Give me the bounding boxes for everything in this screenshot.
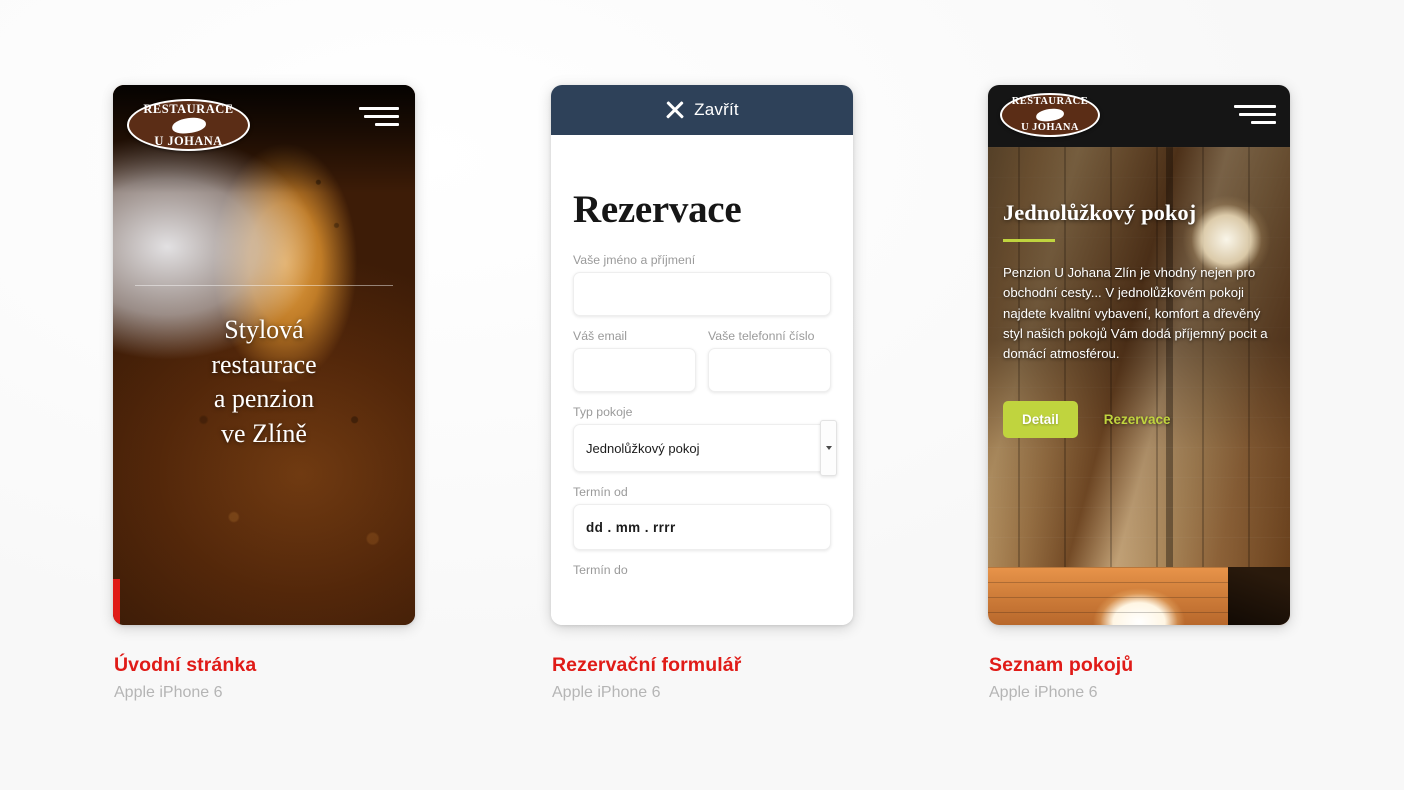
homepage-topbar: Restaurace U Johana (113, 85, 415, 151)
phone-mockup-room-list[interactable]: Restaurace U Johana Jednolůžkový pokoj P… (988, 85, 1290, 625)
title-underline-rule (1003, 239, 1055, 242)
ham-hock-icon (170, 115, 207, 135)
label-full-name: Vaše jméno a příjmení (573, 253, 696, 267)
input-phone[interactable] (708, 348, 831, 392)
caption-room-list: Seznam pokojů Apple iPhone 6 (989, 654, 1133, 702)
hamburger-bar (375, 123, 399, 126)
hero-line: Stylová (224, 315, 304, 344)
hamburger-menu-icon[interactable] (359, 107, 399, 126)
close-label[interactable]: Zavřít (694, 100, 739, 120)
chevron-down-icon[interactable] (820, 420, 837, 476)
hamburger-bar (1250, 121, 1276, 124)
phone-mockup-reservation-form[interactable]: Zavřít Rezervace Vaše jméno a příjmení V… (551, 85, 853, 625)
caption-title: Úvodní stránka (114, 654, 257, 676)
label-room-type: Typ pokoje (573, 405, 633, 419)
hero-line: a penzion (213, 384, 315, 414)
brand-logo[interactable]: Restaurace U Johana (127, 99, 250, 151)
hero-headline: Stylová restaurace a penzion ve Zlíně (113, 313, 415, 451)
logo-text-bottom: U Johana (1021, 121, 1079, 133)
detail-button[interactable]: Detail (1003, 400, 1078, 438)
brand-logo[interactable]: Restaurace U Johana (1000, 93, 1100, 137)
form-title: Rezervace (573, 188, 742, 231)
hamburger-menu-icon[interactable] (1234, 105, 1276, 124)
phone-mockup-homepage[interactable]: Restaurace U Johana Stylová restaurace a… (113, 85, 415, 625)
room-actions: Detail Rezervace (1003, 400, 1275, 438)
hamburger-bar (1239, 113, 1276, 116)
input-email[interactable] (573, 348, 696, 392)
caption-title: Seznam pokojů (989, 654, 1134, 676)
caption-subtitle: Apple iPhone 6 (552, 684, 661, 701)
room-title: Jednolůžkový pokoj (1003, 200, 1197, 225)
hero-line: ve Zlíně (221, 418, 307, 448)
caption-homepage: Úvodní stránka Apple iPhone 6 (114, 654, 256, 702)
logo-text-top: Restaurace (1011, 96, 1089, 107)
select-room-type[interactable]: Jednolůžkový pokoj (573, 424, 831, 472)
modal-header: Zavřít (551, 85, 853, 135)
room-card-content: Jednolůžkový pokoj Penzion U Johana Zlín… (988, 147, 1290, 438)
label-email: Váš email (573, 329, 627, 343)
label-date-from: Termín od (573, 485, 628, 499)
logo-text-top: Restaurace (143, 102, 234, 116)
close-x-icon[interactable] (665, 101, 684, 120)
red-accent-strip (113, 579, 120, 625)
logo-text-bottom: U Johana (154, 133, 223, 148)
ham-hock-icon (1035, 107, 1065, 123)
room-description: Penzion U Johana Zlín je vhodný nejen pr… (1003, 265, 1268, 362)
caption-title: Rezervační formulář (552, 654, 742, 676)
label-date-to: Termín do (573, 563, 628, 577)
caption-subtitle: Apple iPhone 6 (114, 684, 223, 701)
reservation-link[interactable]: Rezervace (1104, 412, 1171, 427)
next-room-photo-preview[interactable] (988, 567, 1290, 625)
label-phone: Vaše telefonní číslo (708, 329, 815, 343)
caption-subtitle: Apple iPhone 6 (989, 684, 1098, 701)
caption-reservation-form: Rezervační formulář Apple iPhone 6 (552, 654, 741, 702)
hero-line: restaurace (211, 349, 317, 379)
input-date-from[interactable]: dd . mm . rrrr (573, 504, 831, 550)
room-list-topbar: Restaurace U Johana (988, 85, 1290, 147)
hamburger-bar (1234, 105, 1276, 108)
hamburger-bar (363, 115, 399, 118)
input-full-name[interactable] (573, 272, 831, 316)
hamburger-bar (359, 107, 399, 110)
form-body: Rezervace Vaše jméno a příjmení Váš emai… (551, 135, 853, 625)
hero-divider (135, 285, 393, 286)
